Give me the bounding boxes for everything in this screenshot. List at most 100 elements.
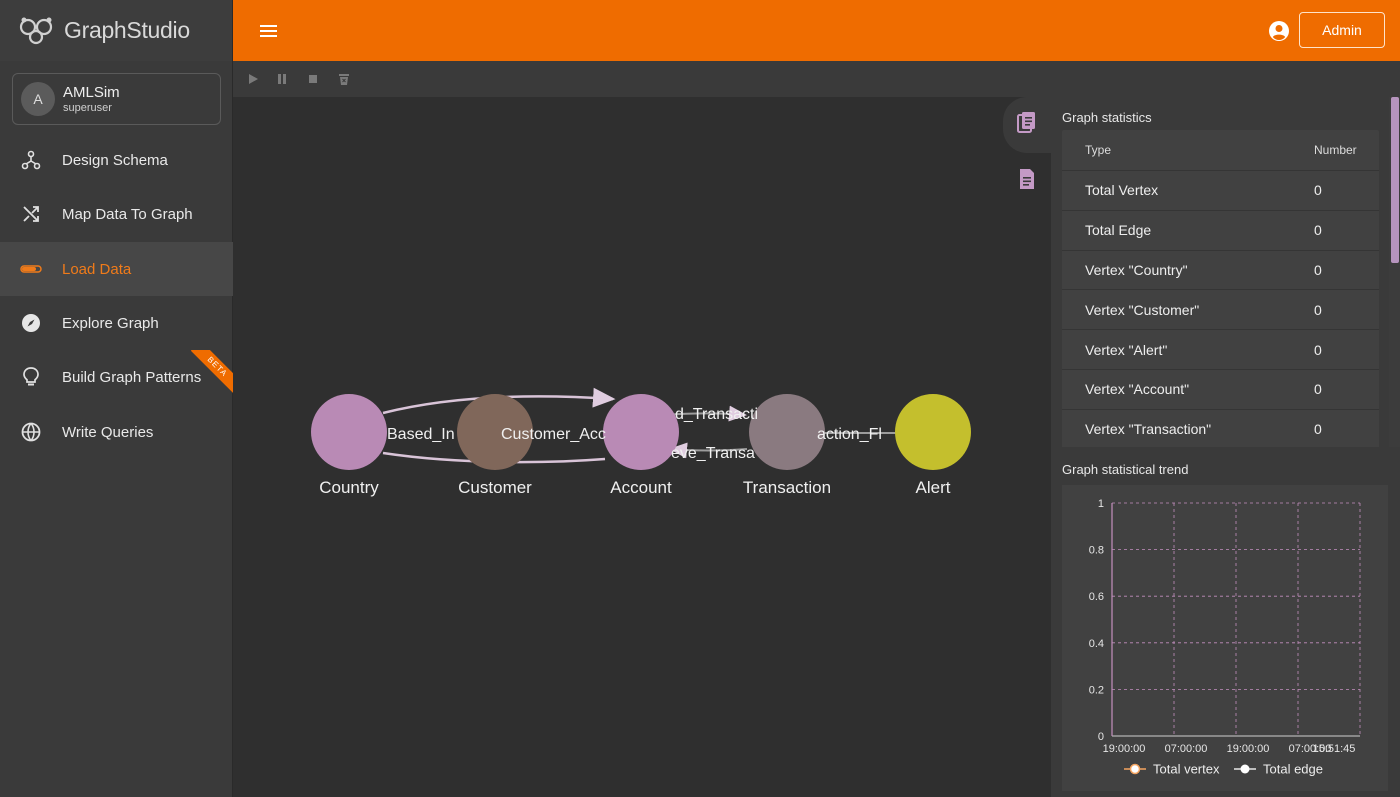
avatar: A <box>21 82 55 116</box>
y-tick-label: 0.2 <box>1089 684 1104 696</box>
row-number: 0 <box>1314 301 1322 318</box>
table-row: Vertex "Account" 0 <box>1062 370 1379 410</box>
legend-edge-label: Total edge <box>1263 762 1323 777</box>
sidebar-item-design-schema[interactable]: Design Schema <box>0 133 233 187</box>
x-tick-label: 19:00:00 <box>1103 743 1146 755</box>
row-number: 0 <box>1314 341 1322 358</box>
y-tick-label: 0 <box>1098 731 1104 743</box>
row-number: 0 <box>1314 421 1322 438</box>
shuffle-icon <box>20 203 42 225</box>
documents-icon <box>1017 111 1037 140</box>
tab-log[interactable] <box>1003 153 1051 209</box>
table-header: Type Number <box>1062 130 1379 171</box>
vertex-country[interactable] <box>311 394 387 470</box>
user-role: superuser <box>63 102 112 114</box>
play-icon[interactable] <box>246 72 260 86</box>
column-header: Number <box>1314 143 1357 157</box>
compass-icon <box>20 312 42 334</box>
schema-icon <box>20 149 42 171</box>
column-header: Type <box>1085 143 1112 157</box>
beta-badge: BETA <box>189 350 233 394</box>
sidebar-item-explore-graph[interactable]: Explore Graph <box>0 296 233 350</box>
row-number: 0 <box>1314 222 1322 239</box>
row-type: Vertex "Transaction" <box>1085 421 1212 438</box>
document-icon <box>1018 168 1036 195</box>
graph-statistics-panel: Graph statistics Type Number Total Verte… <box>1051 97 1400 450</box>
edge-label: Customer_Acc <box>501 426 606 443</box>
edge-label: Based_In <box>387 426 455 443</box>
table-row: Vertex "Country" 0 <box>1062 251 1379 291</box>
trend-chart-svg: 00.20.40.60.81 19:00:00 07:00:00 19:00:00 0… <box>1089 498 1361 777</box>
graphstudio-logo-icon <box>19 17 53 44</box>
vertex-account[interactable] <box>603 394 679 470</box>
legend-vertex-marker <box>1129 763 1141 775</box>
sidebar-item-write-queries[interactable]: Write Queries <box>0 405 233 459</box>
statistics-table: Type Number Total Vertex 0 Total Edge 0 … <box>1062 130 1379 450</box>
vertex-alert[interactable] <box>895 394 971 470</box>
table-row: Total Edge 0 <box>1062 211 1379 251</box>
menu-icon[interactable] <box>257 20 281 42</box>
vertex-label: Account <box>610 478 672 497</box>
sidebar-item-map-data[interactable]: Map Data To Graph <box>0 187 233 241</box>
sidebar-item-label: Explore Graph <box>62 314 159 332</box>
row-type: Total Edge <box>1085 222 1152 239</box>
sidebar-item-label: Write Queries <box>62 423 154 441</box>
admin-button[interactable]: Admin <box>1299 12 1385 48</box>
edge-label: action_Fl <box>817 426 882 443</box>
row-type: Vertex "Alert" <box>1085 341 1168 358</box>
pause-icon[interactable] <box>275 72 289 86</box>
row-type: Vertex "Customer" <box>1085 301 1200 318</box>
x-tick-label: 07:00:00 <box>1165 743 1208 755</box>
panel-scrollbar[interactable] <box>1389 97 1400 447</box>
y-tick-label: 0.6 <box>1089 591 1104 603</box>
panel-title: Graph statistics <box>1062 110 1152 125</box>
globe-icon <box>20 421 42 443</box>
sidebar: GraphStudio A AMLSim superuser Design Sc… <box>0 0 233 797</box>
legend-vertex-label: Total vertex <box>1153 762 1220 777</box>
row-number: 0 <box>1314 261 1322 278</box>
table-row: Vertex "Customer" 0 <box>1062 290 1379 331</box>
sidebar-item-label: Load Data <box>62 260 132 278</box>
stop-icon[interactable] <box>306 72 320 86</box>
row-type: Total Vertex <box>1085 182 1159 199</box>
vertex-label: Customer <box>458 478 532 497</box>
y-tick-label: 0.4 <box>1089 638 1104 650</box>
delete-icon[interactable] <box>337 72 351 86</box>
table-row: Total Vertex 0 <box>1062 171 1379 211</box>
edge-label: d_Transacti <box>675 406 758 423</box>
sidebar-item-label: Build Graph Patterns <box>62 368 202 386</box>
y-tick-label: 0.8 <box>1089 545 1104 557</box>
legend-edge-marker <box>1240 764 1250 774</box>
graph-canvas[interactable]: Based_In Customer_Acc d_Transacti eve_Tr… <box>233 97 1051 797</box>
lightbulb-icon <box>20 366 42 388</box>
x-tick-label: 15:51:45 <box>1313 743 1356 755</box>
vertex-transaction[interactable] <box>749 394 825 470</box>
scrollbar-thumb[interactable] <box>1391 97 1399 263</box>
sidebar-item-label: Design Schema <box>62 151 168 169</box>
y-tick-label: 1 <box>1098 498 1104 510</box>
panel-title: Graph statistical trend <box>1062 462 1189 477</box>
brand[interactable]: GraphStudio <box>0 0 232 61</box>
trend-chart: 0 0.2 0.4 0.6 0.8 1 19:00:00 07:00:00 19:00:00 0… <box>1062 485 1388 791</box>
vertex-label: Alert <box>916 478 951 497</box>
x-tick-label: 19:00:00 <box>1227 743 1270 755</box>
user-info: AMLSim superuser <box>63 84 120 114</box>
sidebar-item-label: Map Data To Graph <box>62 205 193 223</box>
sidebar-item-load-data[interactable]: Load Data <box>0 242 233 296</box>
top-header: Admin <box>233 0 1400 61</box>
account-circle-icon[interactable] <box>1268 20 1290 42</box>
table-row: Vertex "Transaction" 0 <box>1062 410 1379 450</box>
tab-statistics[interactable] <box>1003 97 1051 153</box>
row-number: 0 <box>1314 381 1322 398</box>
sidebar-item-build-patterns[interactable]: Build Graph Patterns BETA <box>0 350 233 404</box>
schema-graph[interactable]: Based_In Customer_Acc d_Transacti eve_Tr… <box>233 97 1051 797</box>
edge-label: eve_Transa <box>671 445 755 462</box>
brand-name: GraphStudio <box>64 17 190 43</box>
vertex-label: Transaction <box>743 478 831 497</box>
row-type: Vertex "Account" <box>1085 381 1190 398</box>
user-card[interactable]: A AMLSim superuser <box>12 73 221 125</box>
row-type: Vertex "Country" <box>1085 261 1188 278</box>
table-row: Vertex "Alert" 0 <box>1062 330 1379 370</box>
row-number: 0 <box>1314 182 1322 199</box>
progress-bar-icon <box>20 258 42 280</box>
